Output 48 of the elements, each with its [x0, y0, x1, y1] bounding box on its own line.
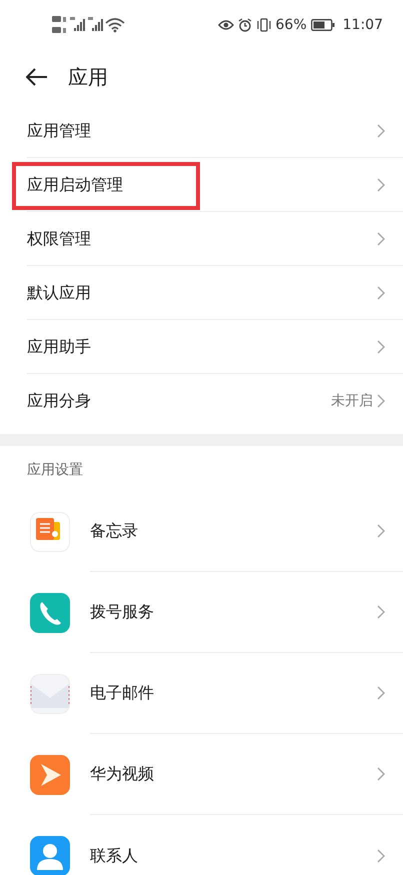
- menu-item[interactable]: 应用启动管理: [27, 158, 403, 212]
- menu-label: 应用分身: [27, 390, 91, 412]
- time-text: 11:07: [342, 16, 383, 34]
- chevron-icon: [377, 394, 385, 408]
- app-name: 电子邮件: [90, 682, 154, 704]
- app-item[interactable]: 拨号服务: [0, 572, 403, 653]
- video-app-icon: [30, 754, 70, 794]
- alarm-icon: [238, 18, 252, 32]
- page-title: 应用: [68, 64, 108, 91]
- chevron-icon: [377, 178, 385, 192]
- app-name: 备忘录: [90, 520, 138, 542]
- menu-item[interactable]: 应用分身 未开启: [27, 374, 403, 428]
- app-item[interactable]: 联系人: [0, 815, 403, 875]
- phone-app-icon: [30, 592, 70, 632]
- app-name: 联系人: [90, 844, 138, 866]
- chevron-icon: [377, 232, 385, 246]
- mail-app-icon: [30, 674, 70, 714]
- menu-item[interactable]: 权限管理: [27, 212, 403, 266]
- chevron-icon: [377, 767, 385, 781]
- status-text: 未开启: [331, 392, 373, 410]
- chevron-icon: [377, 340, 385, 354]
- notes-app-icon: [30, 512, 70, 552]
- app-name: 华为视频: [90, 763, 154, 785]
- chevron-icon: [377, 686, 385, 700]
- chevron-icon: [377, 848, 385, 862]
- app-name: 拨号服务: [90, 601, 154, 623]
- menu-label: 权限管理: [27, 228, 91, 250]
- menu-item[interactable]: 应用管理: [27, 104, 403, 158]
- menu-label: 应用助手: [27, 336, 91, 358]
- chevron-icon: [377, 524, 385, 538]
- battery-icon: [310, 19, 335, 31]
- chevron-icon: [377, 124, 385, 138]
- menu-label: 应用启动管理: [27, 174, 123, 196]
- eye-icon: [218, 19, 234, 31]
- contacts-app-icon: [30, 836, 70, 875]
- app-item[interactable]: 电子邮件: [0, 653, 403, 734]
- back-arrow-icon[interactable]: [26, 68, 48, 86]
- menu-label: 默认应用: [27, 282, 91, 304]
- menu-item[interactable]: 应用助手: [27, 320, 403, 374]
- app-item[interactable]: 备忘录: [0, 491, 403, 572]
- chevron-icon: [377, 605, 385, 619]
- menu-item[interactable]: 默认应用: [27, 266, 403, 320]
- battery-percent: 66%: [276, 16, 307, 34]
- app-item[interactable]: 华为视频: [0, 734, 403, 815]
- section-title: 应用设置: [26, 461, 84, 480]
- chevron-icon: [377, 286, 385, 300]
- vibrate-icon: [256, 18, 272, 32]
- menu-label: 应用管理: [27, 120, 91, 142]
